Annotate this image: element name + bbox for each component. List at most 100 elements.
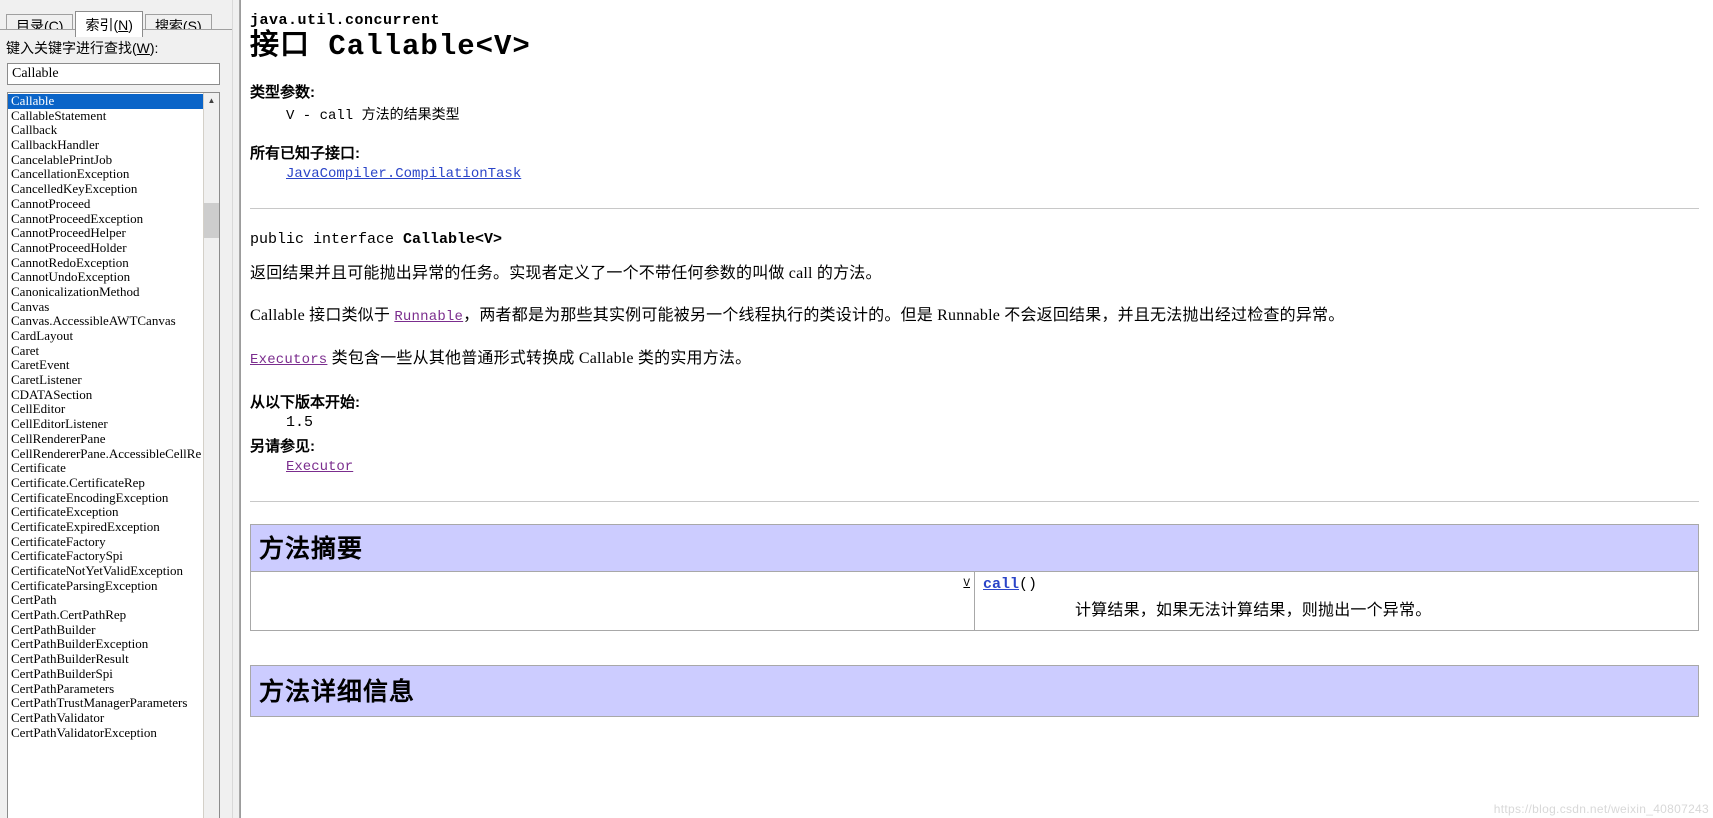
index-list-item[interactable]: CannotUndoException [8, 270, 203, 285]
panel-splitter[interactable] [232, 0, 240, 818]
type-params-heading: 类型参数: [250, 84, 315, 102]
subinterfaces-heading: 所有已知子接口: [250, 145, 360, 163]
index-list-item[interactable]: CertPathBuilderSpi [8, 667, 203, 682]
index-list-item[interactable]: CannotProceed [8, 197, 203, 212]
index-list-item[interactable]: CertificateFactorySpi [8, 549, 203, 564]
seealso-heading: 另请参见: [250, 438, 315, 456]
index-list-item[interactable]: CertPathParameters [8, 682, 203, 697]
index-list-item[interactable]: CannotRedoException [8, 256, 203, 271]
index-list-item[interactable]: CertificateEncodingException [8, 491, 203, 506]
javadoc-pane: java.util.concurrent 接口 Callable<V> 类型参数… [240, 0, 1713, 818]
method-detail-section: 方法详细信息 [250, 665, 1699, 718]
link-runnable[interactable]: Runnable [394, 309, 463, 325]
index-list-item[interactable]: CertPathValidatorException [8, 726, 203, 741]
index-list-item[interactable]: CannotProceedHolder [8, 241, 203, 256]
index-list-item[interactable]: CaretListener [8, 373, 203, 388]
keyword-label-accel: W [136, 40, 150, 56]
index-list-item[interactable]: CertPathValidator [8, 711, 203, 726]
index-list-item[interactable]: CannotProceedException [8, 212, 203, 227]
index-list-item[interactable]: Certificate.CertificateRep [8, 476, 203, 491]
method-detail-heading: 方法详细信息 [259, 679, 416, 707]
index-list-item[interactable]: CallbackHandler [8, 138, 203, 153]
index-list-item[interactable]: CellRendererPane [8, 432, 203, 447]
method-summary-section: 方法摘要 V call() 计算结果，如果无法计算结果，则抛出一个异常。 [250, 524, 1699, 632]
index-list-item[interactable]: CancelledKeyException [8, 182, 203, 197]
declaration-modifier: public interface [250, 231, 404, 249]
method-description: 计算结果，如果无法计算结果，则抛出一个异常。 [1075, 602, 1432, 620]
index-list-item[interactable]: CertificateException [8, 505, 203, 520]
javadoc-content: java.util.concurrent 接口 Callable<V> 类型参数… [241, 0, 1713, 718]
method-summary-table: 方法摘要 V call() 计算结果，如果无法计算结果，则抛出一个异常。 [250, 524, 1699, 632]
divider-2 [250, 501, 1699, 503]
index-list-item[interactable]: CaretEvent [8, 358, 203, 373]
index-list-item[interactable]: CardLayout [8, 329, 203, 344]
index-list[interactable]: Callable CallableStatement Callback Callbac… [8, 93, 203, 818]
link-method-call[interactable]: call [983, 576, 1019, 593]
method-signature: call() [983, 576, 1690, 593]
para2-text-b: ，两者都是为那些其实例可能被另一个线程执行的类设计的。但是 Runnable 不… [463, 307, 1345, 325]
keyword-label: 键入关键字进行查找(W): [6, 38, 232, 58]
page-title: 接口 Callable<V> [250, 30, 531, 63]
tab-index-accel: N [118, 17, 129, 33]
package-name: java.util.concurrent [250, 12, 441, 29]
since-value: 1.5 [286, 414, 314, 432]
scrollbar-thumb[interactable] [204, 203, 219, 238]
description-paragraph-3: Executors 类包含一些从其他普通形式转换成 Callable 类的实用方… [250, 349, 1699, 370]
since-heading: 从以下版本开始: [250, 394, 360, 412]
index-list-item[interactable]: CertPath.CertPathRep [8, 608, 203, 623]
help-viewer-window: 目录(C) 索引(N) 搜索(S) 键入关键字进行查找(W): Callable… [0, 0, 1713, 818]
index-list-item[interactable]: CellEditor [8, 402, 203, 417]
index-list-item[interactable]: Canvas [8, 300, 203, 315]
index-list-item[interactable]: CertificateExpiredException [8, 520, 203, 535]
declaration-name: Callable<V> [403, 231, 503, 249]
method-return-type: V [963, 578, 970, 591]
para3-text: 类包含一些从其他普通形式转换成 Callable 类的实用方法。 [327, 349, 752, 367]
index-list-item[interactable]: Caret [8, 344, 203, 359]
index-list-item[interactable]: CertPathTrustManagerParameters [8, 696, 203, 711]
index-list-item[interactable]: CertPathBuilderException [8, 637, 203, 652]
index-list-item[interactable]: Callable [8, 94, 203, 109]
keyword-input-value: Callable [12, 66, 59, 81]
index-list-item[interactable]: CertificateNotYetValidException [8, 564, 203, 579]
index-list-scrollbar[interactable]: ▲ [203, 93, 219, 818]
method-summary-header-cell: 方法摘要 [250, 524, 1699, 572]
index-panel: 目录(C) 索引(N) 搜索(S) 键入关键字进行查找(W): Callable… [0, 0, 232, 818]
index-list-item[interactable]: Certificate [8, 461, 203, 476]
link-javacompiler-compilationtask[interactable]: JavaCompiler.CompilationTask [286, 166, 521, 182]
method-summary-heading: 方法摘要 [259, 536, 364, 564]
para2-text-a: Callable 接口类似于 [250, 307, 395, 325]
index-list-item[interactable]: CannotProceedHelper [8, 226, 203, 241]
index-list-item[interactable]: CancelablePrintJob [8, 153, 203, 168]
tab-index-label-pre: 索引( [85, 17, 119, 33]
index-list-item[interactable]: Callback [8, 123, 203, 138]
index-list-item[interactable]: CallableStatement [8, 109, 203, 124]
keyword-label-pre: 键入关键字进行查找( [6, 40, 137, 56]
description-paragraph-2: Callable 接口类似于 Runnable，两者都是为那些其实例可能被另一个… [250, 306, 1699, 327]
index-list-item[interactable]: CertPathBuilderResult [8, 652, 203, 667]
tab-index[interactable]: 索引(N) [75, 11, 143, 37]
divider [250, 208, 1699, 210]
index-list-item[interactable]: CDATASection [8, 388, 203, 403]
tab-index-label-post: ) [128, 17, 133, 33]
watermark-text: https://blog.csdn.net/weixin_40807243 [1493, 802, 1709, 816]
index-list-item[interactable]: CertificateParsingException [8, 579, 203, 594]
index-list-container: Callable CallableStatement Callback Callbac… [7, 92, 220, 818]
link-executors[interactable]: Executors [250, 352, 327, 368]
index-list-item[interactable]: CellRendererPane.AccessibleCellRe [8, 447, 203, 462]
index-list-item[interactable]: Canvas.AccessibleAWTCanvas [8, 314, 203, 329]
index-list-item[interactable]: CertPath [8, 593, 203, 608]
index-list-item[interactable]: CancellationException [8, 167, 203, 182]
method-row-call: V call() 计算结果，如果无法计算结果，则抛出一个异常。 [250, 571, 1699, 631]
keyword-input[interactable]: Callable [7, 63, 220, 85]
index-list-item[interactable]: CellEditorListener [8, 417, 203, 432]
method-return-type-cell: V [250, 571, 975, 631]
method-summary-header-row: 方法摘要 [250, 524, 1699, 572]
seealso-list: Executor [286, 458, 1699, 475]
method-parens: () [1019, 576, 1038, 594]
index-list-item[interactable]: CertPathBuilder [8, 623, 203, 638]
scroll-up-arrow-icon[interactable]: ▲ [204, 93, 219, 108]
link-executor[interactable]: Executor [286, 459, 353, 475]
index-list-item[interactable]: CertificateFactory [8, 535, 203, 550]
index-list-item[interactable]: CanonicalizationMethod [8, 285, 203, 300]
subinterfaces-list: JavaCompiler.CompilationTask [286, 165, 1699, 182]
